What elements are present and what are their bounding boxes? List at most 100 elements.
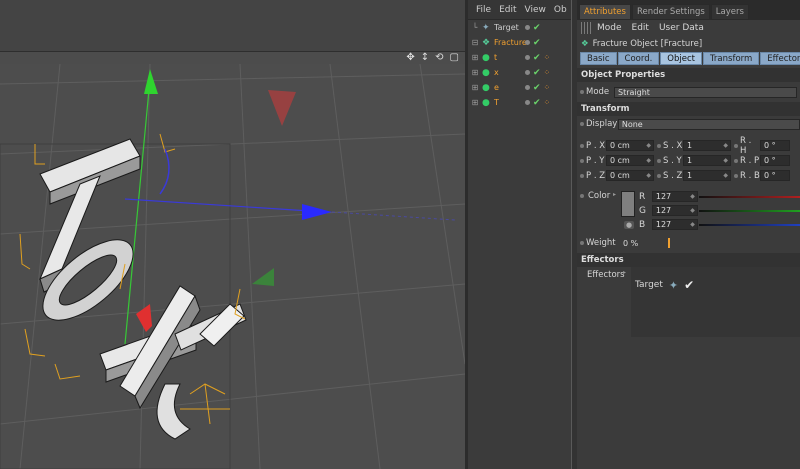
tree-collapse-icon[interactable]: ⊟ [468, 38, 482, 47]
tag-icon[interactable]: ⁘ [544, 68, 551, 77]
pz-field[interactable]: 0 cm ◆ [606, 170, 654, 181]
anim-dot-icon[interactable] [580, 122, 584, 126]
px-field[interactable]: 0 cm ◆ [606, 140, 654, 151]
tag-icon[interactable]: ⁘ [544, 53, 551, 62]
spinner-icon[interactable]: ◆ [646, 142, 651, 149]
visibility-dot-icon[interactable] [525, 100, 530, 105]
enabled-check-icon[interactable]: ✔ [533, 98, 541, 108]
tab-render-settings[interactable]: Render Settings [631, 4, 710, 20]
r-field[interactable]: 127 ◆ [651, 191, 698, 202]
spinner-icon[interactable]: ◆ [723, 157, 728, 164]
anim-dot-icon[interactable] [734, 173, 738, 178]
weight-field[interactable]: 0 % [620, 238, 666, 249]
basic-button[interactable]: Basic [580, 52, 617, 65]
object-row-target[interactable]: └ ✦ Target ✔ [468, 20, 571, 35]
visibility-dot-icon[interactable] [525, 25, 530, 30]
sy-field[interactable]: 1 ◆ [683, 155, 731, 166]
enabled-check-icon[interactable]: ✔ [533, 68, 541, 78]
rb-field[interactable]: 0 ° [760, 170, 790, 181]
menu-view[interactable]: View [525, 5, 546, 15]
b-field[interactable]: 127 ◆ [651, 219, 698, 230]
enabled-check-icon[interactable]: ✔ [533, 53, 541, 63]
object-row-T[interactable]: ⊞ ● T ✔ ⁘ [468, 95, 571, 110]
anim-dot-icon[interactable] [580, 158, 584, 163]
object-manager-menu: File Edit View Ob [468, 0, 571, 20]
tag-icon[interactable]: ⁘ [544, 98, 551, 107]
b-slider[interactable] [699, 224, 800, 226]
object-row-fracture[interactable]: ⊟ ❖ Fracture ✔ [468, 35, 571, 50]
spinner-icon[interactable]: ◆ [690, 221, 695, 228]
py-field[interactable]: 0 cm ◆ [606, 155, 654, 166]
object-row-t[interactable]: ⊞ ● t ✔ ⁘ [468, 50, 571, 65]
anim-dot-icon[interactable] [734, 143, 738, 148]
spinner-icon[interactable]: ◆ [690, 193, 695, 200]
rp-field[interactable]: 0 ° [760, 155, 790, 166]
section-object-properties[interactable]: Object Properties [577, 68, 800, 82]
sz-field[interactable]: 1 ◆ [683, 170, 731, 181]
color-picker-icon[interactable]: ● [624, 221, 635, 229]
expand-arrow-icon[interactable]: ▸ [623, 269, 626, 276]
viewport[interactable]: ✥ ↕ ⟲ ▢ [0, 0, 465, 469]
effector-item[interactable]: Target ✦ ✔ [635, 278, 694, 292]
anim-dot-icon[interactable] [580, 241, 584, 245]
spinner-icon[interactable]: ◆ [723, 142, 728, 149]
object-row-e[interactable]: ⊞ ● e ✔ ⁘ [468, 80, 571, 95]
anim-dot-icon[interactable] [580, 194, 584, 198]
maximize-icon[interactable]: ▢ [450, 52, 459, 64]
move-icon[interactable]: ✥ [406, 52, 414, 64]
rotate-icon[interactable]: ⟲ [435, 52, 443, 64]
menu-edit[interactable]: Edit [632, 23, 649, 33]
spinner-icon[interactable]: ◆ [646, 157, 651, 164]
visibility-dot-icon[interactable] [525, 55, 530, 60]
object-row-x[interactable]: ⊞ ● x ✔ ⁘ [468, 65, 571, 80]
visibility-dot-icon[interactable] [525, 70, 530, 75]
menu-user-data[interactable]: User Data [659, 23, 704, 33]
spinner-icon[interactable]: ◆ [646, 172, 651, 179]
color-swatch[interactable] [621, 191, 635, 217]
g-field[interactable]: 127 ◆ [651, 205, 698, 216]
anim-dot-icon[interactable] [580, 143, 584, 148]
spinner-icon[interactable]: ◆ [690, 207, 695, 214]
grip-icon[interactable] [581, 22, 591, 34]
display-dropdown[interactable]: None [617, 118, 800, 130]
spinner-icon[interactable]: ◆ [723, 172, 728, 179]
menu-file[interactable]: File [476, 5, 491, 15]
object-button[interactable]: Object [660, 52, 702, 65]
menu-objects[interactable]: Ob [554, 5, 567, 15]
zoom-icon[interactable]: ↕ [421, 52, 429, 64]
effectors-button[interactable]: Effectors [760, 52, 800, 65]
section-transform[interactable]: Transform [577, 102, 800, 116]
tree-expand-icon[interactable]: ⊞ [468, 98, 482, 107]
anim-dot-icon[interactable] [657, 173, 661, 178]
coord-button[interactable]: Coord. [617, 52, 660, 65]
anim-dot-icon[interactable] [580, 90, 584, 94]
tree-expand-icon[interactable]: ⊞ [468, 83, 482, 92]
anim-dot-icon[interactable] [657, 158, 661, 163]
anim-dot-icon[interactable] [734, 158, 738, 163]
tree-expand-icon[interactable]: ⊞ [468, 53, 482, 62]
expand-arrow-icon[interactable]: ▸ [613, 191, 616, 198]
tag-icon[interactable]: ⁘ [544, 83, 551, 92]
viewport-canvas[interactable] [0, 63, 465, 469]
sx-field[interactable]: 1 ◆ [683, 140, 731, 151]
transform-button[interactable]: Transform [702, 52, 760, 65]
section-effectors[interactable]: Effectors [577, 253, 800, 267]
anim-dot-icon[interactable] [657, 143, 661, 148]
menu-edit[interactable]: Edit [499, 5, 516, 15]
enabled-check-icon[interactable]: ✔ [533, 23, 541, 33]
mode-dropdown[interactable]: Straight [614, 86, 797, 98]
tab-layers[interactable]: Layers [710, 4, 749, 20]
rh-field[interactable]: 0 ° [760, 140, 790, 151]
anim-dot-icon[interactable] [580, 173, 584, 178]
enabled-check-icon[interactable]: ✔ [533, 38, 541, 48]
enabled-check-icon[interactable]: ✔ [684, 278, 694, 292]
visibility-dot-icon[interactable] [525, 85, 530, 90]
g-slider[interactable] [699, 210, 800, 212]
menu-mode[interactable]: Mode [597, 23, 622, 33]
r-slider[interactable] [699, 196, 800, 198]
tab-attributes[interactable]: Attributes [579, 4, 631, 20]
tree-expand-icon[interactable]: ⊞ [468, 68, 482, 77]
enabled-check-icon[interactable]: ✔ [533, 83, 541, 93]
visibility-dot-icon[interactable] [525, 40, 530, 45]
weight-slider-handle[interactable] [668, 238, 670, 248]
